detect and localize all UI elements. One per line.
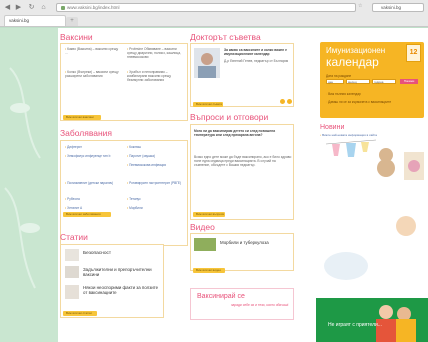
doctor-name: Д-р Евгений Генев, педиатър от България: [224, 59, 289, 63]
immunization-title-1: Имунизационен: [326, 46, 386, 55]
year-select[interactable]: година: [372, 79, 396, 84]
vaccinate-title: Ваксинирай се: [197, 293, 245, 300]
video-link[interactable]: Морбили и туберкулоза: [220, 240, 269, 245]
vaccinate-sub: заради себе си и тези, които обичаш!: [231, 303, 289, 307]
search-input[interactable]: vaksini.bg: [372, 3, 424, 12]
vaccines-box: Какво (Ваксина) – ваксини срещу ... Prof…: [60, 43, 188, 121]
doctor-headline[interactable]: За какво са ваксините и колко важен е им…: [224, 48, 292, 56]
news-panel: Новини Вижте най-новата информация в сай…: [316, 122, 428, 190]
disease-item[interactable]: Полиомиелит (детски паралич): [65, 181, 121, 185]
baby-clothes-illustration-icon: [325, 139, 424, 180]
next-icon[interactable]: [287, 99, 292, 104]
vaccine-item-1[interactable]: Какво (Ваксина) – ваксини срещу ...: [65, 47, 121, 55]
full-calendar-link[interactable]: Виж пълния календар: [326, 92, 361, 96]
birthdate-label: Дата на раждане: [326, 74, 352, 78]
disease-item[interactable]: Дифтерит: [65, 145, 121, 149]
day-select[interactable]: ден: [326, 79, 344, 84]
children-photo-icon: [376, 305, 416, 342]
doctor-more-button[interactable]: Виж всички съвети: [193, 102, 223, 107]
article-thumb: [65, 249, 79, 261]
browser-chrome: ◀ ▶ ↻ ⌂ www.vaksini.bg/index.html ☆ vaks…: [0, 0, 428, 27]
video-box: Морбили и туберкулоза: [190, 233, 294, 271]
articles-title: Статии: [60, 232, 88, 242]
calendar-info-link[interactable]: Даваш ли се за кърмачета с ваксинациите: [326, 100, 391, 104]
disease-item[interactable]: Ротавирусен гастроентерит (РВГЕ): [127, 181, 185, 185]
qa-title: Въпроси и отговори: [190, 112, 269, 122]
vaccines-more-button[interactable]: Виж всички ваксини: [63, 115, 101, 120]
vaccines-title: Ваксини: [60, 32, 93, 42]
disease-item[interactable]: Хепатит A: [65, 206, 121, 210]
url-text: www.vaksini.bg/index.html: [67, 5, 120, 10]
site-icon: [61, 5, 65, 10]
ad-image-icon: [324, 216, 416, 280]
reload-icon[interactable]: ↻: [27, 3, 36, 12]
disease-item[interactable]: Рубеола: [65, 197, 121, 201]
prev-icon[interactable]: [280, 99, 285, 104]
vaccinate-box[interactable]: Ваксинирай се заради себе си и тези, кои…: [190, 288, 294, 320]
disease-item[interactable]: Тетанус: [127, 197, 185, 201]
article-thumb: [65, 266, 79, 278]
article-link[interactable]: Задължителни и препоръчителни ваксини: [83, 267, 163, 277]
qa-box: Мога ли да ваксинирам детето си след пов…: [190, 124, 294, 220]
qa-more-button[interactable]: Виж всички въпроси: [193, 212, 225, 217]
vaccine-item-2[interactable]: Profesine Обявяване – ваксини срещу диар…: [127, 47, 185, 59]
month-select[interactable]: месец: [346, 79, 370, 84]
video-thumbnail[interactable]: [194, 238, 216, 251]
articles-more-button[interactable]: Виж всички статии: [63, 311, 97, 316]
page: Ваксини Какво (Ваксина) – ваксини срещу …: [0, 28, 428, 342]
leaf-decoration-icon: [4, 67, 41, 289]
ad-banner-green[interactable]: Не играят с приятели...: [316, 298, 428, 342]
vaccine-item-4[interactable]: Храбъл и непоправимо – комбинирани вакси…: [127, 70, 185, 82]
ad-banner[interactable]: [316, 196, 428, 292]
url-bar[interactable]: www.vaksini.bg/index.html: [56, 3, 356, 12]
video-more-button[interactable]: Виж всички видео: [193, 268, 225, 273]
bookmark-star-icon[interactable]: ☆: [358, 3, 362, 9]
video-title: Видео: [190, 222, 215, 232]
qa-question[interactable]: Мога ли да ваксинирам детето си след пов…: [194, 129, 292, 137]
calendar-icon: 12: [406, 44, 421, 62]
forward-icon[interactable]: ▶: [14, 3, 23, 12]
disease-item[interactable]: Коклюш: [127, 145, 185, 149]
disease-item[interactable]: Пневмококова инфекция: [127, 163, 185, 167]
new-tab-button[interactable]: +: [66, 17, 78, 26]
disease-item[interactable]: Паротит (заушка): [127, 154, 185, 158]
ad-text: Не играят с приятели...: [328, 322, 382, 328]
diseases-box: Дифтерит Хемофилус инфлуенце тип b Полио…: [60, 140, 188, 246]
articles-box: Безопасност Задължителни и препоръчителн…: [60, 244, 164, 318]
qa-answer: Всяко едно дете може да бъде ваксинирано…: [194, 155, 292, 167]
vaccine-item-3[interactable]: Колко (Въпреки) – ваксини срещу разширен…: [65, 70, 121, 78]
tab-vaksini[interactable]: vaksini.bg: [4, 15, 66, 26]
disease-item[interactable]: Морбили: [127, 206, 185, 210]
back-icon[interactable]: ◀: [3, 3, 12, 12]
home-icon[interactable]: ⌂: [39, 3, 48, 12]
immunization-title-2: календар: [326, 55, 379, 69]
show-button[interactable]: Покажи: [400, 79, 418, 84]
doctor-title: Докторът съветва: [190, 32, 261, 42]
doctor-box: За какво са ваксините и колко важен е им…: [190, 43, 294, 107]
article-thumb: [65, 285, 79, 299]
diseases-more-button[interactable]: Виж всички заболявания: [63, 212, 111, 217]
diseases-title: Заболявания: [60, 128, 113, 138]
doctor-photo: [194, 48, 220, 78]
article-link[interactable]: Безопасност: [83, 251, 111, 256]
immunization-widget: Имунизационен календар 12 Дата на раждан…: [320, 42, 424, 118]
disease-item[interactable]: Хемофилус инфлуенце тип b: [65, 154, 121, 158]
doctor-avatar-icon: [198, 53, 216, 78]
article-link[interactable]: Някои неоспорими факти за ползите от вак…: [83, 285, 163, 295]
